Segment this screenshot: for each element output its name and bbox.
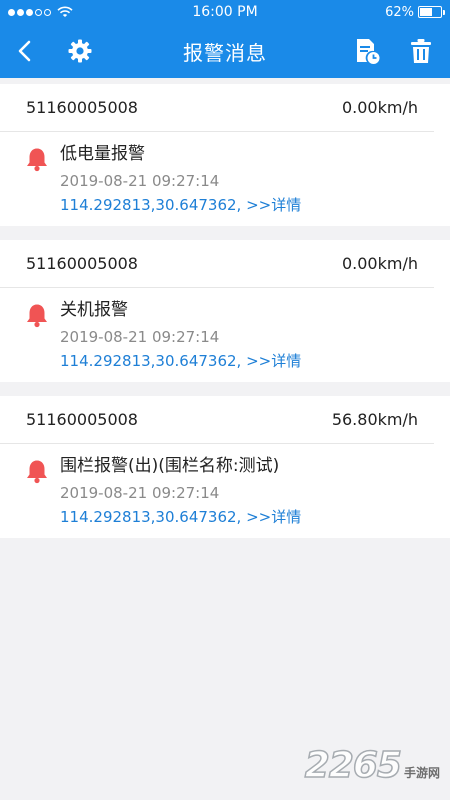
alarm-info: 低电量报警 2019-08-21 09:27:14 114.292813,30.…	[60, 142, 301, 214]
watermark-number: 2265	[304, 744, 403, 787]
alarm-title: 低电量报警	[60, 144, 145, 164]
alarm-card[interactable]: 51160005008 0.00km/h 关机报警 2019-08-21 09:…	[0, 240, 450, 382]
nav-bar: 报警消息	[0, 24, 450, 78]
device-id: 51160005008	[26, 98, 138, 117]
device-speed: 0.00km/h	[341, 254, 418, 273]
watermark-text: 手游网	[403, 766, 440, 780]
alarm-card-header: 51160005008 56.80km/h	[0, 396, 434, 444]
alarm-card-body: 围栏报警(出)(围栏名称:测试) 2019-08-21 09:27:14 114…	[0, 444, 450, 538]
alarm-location-link[interactable]: 114.292813,30.647362, >>详情	[60, 352, 301, 370]
alarm-card-body: 低电量报警 2019-08-21 09:27:14 114.292813,30.…	[0, 132, 450, 226]
alarm-time: 2019-08-21 09:27:14	[60, 484, 220, 502]
bell-icon	[24, 142, 50, 214]
document-clock-icon	[357, 39, 380, 64]
status-right: 62%	[385, 4, 445, 20]
alarm-title: 围栏报警(出)(围栏名称:测试)	[60, 456, 280, 476]
alarm-info: 关机报警 2019-08-21 09:27:14 114.292813,30.6…	[60, 298, 301, 370]
battery-icon	[418, 6, 445, 18]
delete-button[interactable]	[404, 34, 438, 68]
device-speed: 0.00km/h	[341, 98, 418, 117]
alarm-card[interactable]: 51160005008 56.80km/h 围栏报警(出)(围栏名称:测试) 2…	[0, 396, 450, 538]
device-id: 51160005008	[26, 254, 138, 273]
alarm-card[interactable]: 51160005008 0.00km/h 低电量报警 2019-08-21 09…	[0, 84, 450, 226]
alarm-time: 2019-08-21 09:27:14	[60, 328, 220, 346]
gear-icon	[68, 39, 92, 63]
trash-icon	[411, 39, 431, 63]
device-speed: 56.80km/h	[331, 410, 418, 429]
status-time: 16:00 PM	[192, 4, 258, 20]
battery-percent: 62%	[385, 4, 414, 20]
device-id: 51160005008	[26, 410, 138, 429]
alarm-card-body: 关机报警 2019-08-21 09:27:14 114.292813,30.6…	[0, 288, 450, 382]
alarm-card-header: 51160005008 0.00km/h	[0, 84, 434, 132]
alarm-location-link[interactable]: 114.292813,30.647362, >>详情	[60, 508, 301, 526]
back-button[interactable]	[8, 34, 42, 68]
watermark-logo: 2265 手游网	[304, 744, 440, 787]
settings-button[interactable]	[63, 34, 97, 68]
bell-icon	[24, 454, 50, 526]
report-button[interactable]	[350, 34, 384, 68]
alarm-card-header: 51160005008 0.00km/h	[0, 240, 434, 288]
alarm-list: 51160005008 0.00km/h 低电量报警 2019-08-21 09…	[0, 84, 450, 538]
alarm-title: 关机报警	[60, 300, 128, 320]
alarm-time: 2019-08-21 09:27:14	[60, 172, 220, 190]
alarm-location-link[interactable]: 114.292813,30.647362, >>详情	[60, 196, 301, 214]
status-bar: 16:00 PM 62%	[0, 0, 450, 24]
alarm-info: 围栏报警(出)(围栏名称:测试) 2019-08-21 09:27:14 114…	[60, 454, 301, 526]
bell-icon	[24, 298, 50, 370]
app-header: 16:00 PM 62% 报警消息	[0, 0, 450, 78]
chevron-left-icon	[18, 40, 31, 62]
